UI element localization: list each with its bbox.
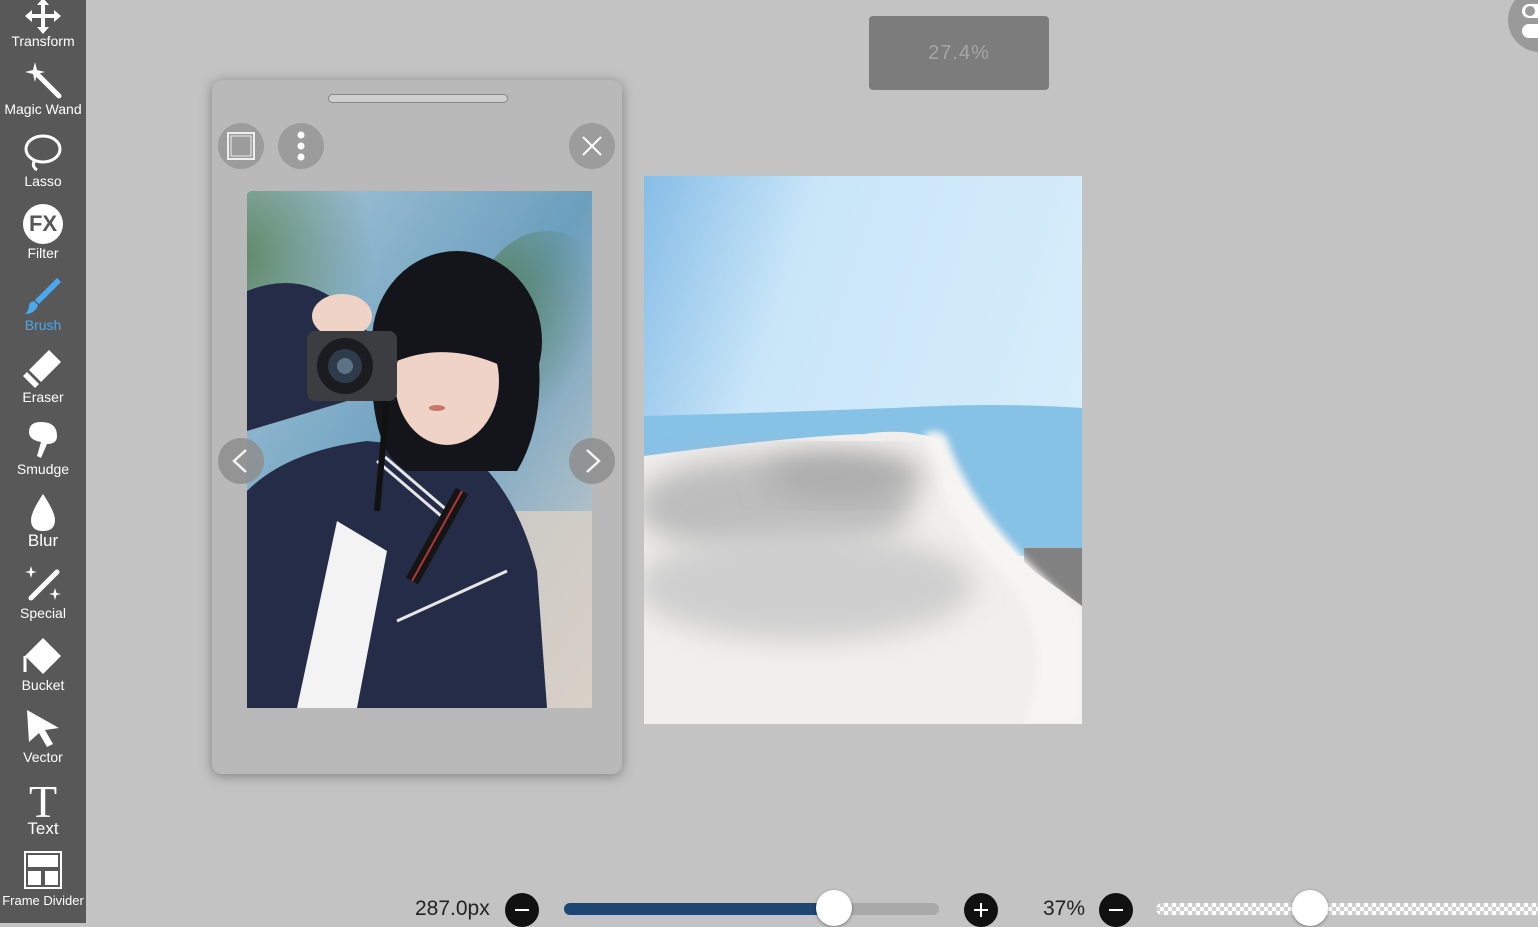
cursor-icon (27, 710, 59, 747)
reference-drag-handle[interactable] (328, 94, 508, 103)
tool-text[interactable]: T Text (0, 776, 86, 848)
lasso-icon (24, 134, 62, 172)
tool-lasso[interactable]: Lasso (0, 128, 86, 200)
tool-transform[interactable]: Transform (0, 0, 86, 64)
prev-icon (232, 449, 247, 473)
brush-size-increase-button[interactable] (964, 893, 998, 927)
tool-label: Frame Divider (2, 893, 84, 908)
eraser-icon (23, 350, 61, 388)
reference-prev-button[interactable] (218, 438, 264, 484)
reference-next-button[interactable] (569, 438, 615, 484)
special-icon (25, 566, 61, 601)
brush-size-slider[interactable] (564, 903, 939, 915)
tool-filter[interactable]: FX Filter (0, 200, 86, 272)
minus-icon (1109, 909, 1123, 911)
tool-label: Filter (27, 245, 59, 261)
reference-photo-art (247, 191, 592, 708)
zoom-level-badge: 27.4% (869, 16, 1049, 90)
more-icon (297, 131, 305, 161)
opacity-slider[interactable] (1156, 903, 1538, 915)
drawing-canvas[interactable] (644, 176, 1082, 724)
opacity-decrease-button[interactable] (1099, 893, 1133, 927)
tool-label: Smudge (16, 461, 70, 477)
tool-label: Brush (24, 317, 62, 333)
brush-size-decrease-button[interactable] (505, 893, 539, 927)
close-icon (582, 136, 602, 156)
plus-icon-v (980, 903, 982, 917)
toggle-icon (1522, 4, 1538, 38)
tool-label: Vector (23, 749, 63, 765)
tool-label: Blur (27, 531, 59, 550)
brush-size-slider-knob[interactable] (816, 890, 852, 926)
reference-close-button[interactable] (569, 123, 615, 169)
tool-label: Bucket (21, 677, 65, 693)
frame-divider-icon (24, 851, 62, 889)
tool-smudge[interactable]: Smudge (0, 416, 86, 488)
tool-magic-wand[interactable]: Magic Wand (0, 56, 86, 128)
tool-label: Magic Wand (4, 101, 82, 117)
next-icon (586, 449, 601, 473)
canvas-artwork (644, 176, 1082, 724)
tool-blur[interactable]: Blur (0, 488, 86, 560)
reference-frame-button[interactable] (218, 123, 264, 169)
tool-sidebar: Transform Magic Wand Lasso FX Filter Bru… (0, 0, 86, 923)
tool-frame-divider[interactable]: Frame Divider (0, 848, 86, 920)
drop-icon (31, 494, 55, 531)
fx-icon: FX (23, 204, 63, 244)
reference-window (212, 80, 622, 774)
layers-toggle-button[interactable] (1508, 0, 1538, 52)
minus-icon (515, 909, 529, 911)
tool-special[interactable]: Special (0, 560, 86, 632)
brush-size-value: 287.0px (415, 897, 490, 920)
tool-label: Lasso (24, 173, 62, 189)
tool-label: Special (20, 605, 66, 621)
tool-label: Text (27, 819, 59, 838)
frame-icon (227, 132, 255, 160)
tool-bucket[interactable]: Bucket (0, 632, 86, 704)
brush-size-slider-fill (564, 903, 834, 915)
tool-label: Transform (11, 33, 75, 49)
transform-icon (25, 0, 61, 34)
tool-vector[interactable]: Vector (0, 704, 86, 776)
tool-label: Eraser (22, 389, 64, 405)
bucket-icon (23, 638, 61, 674)
opacity-slider-knob[interactable] (1292, 890, 1329, 926)
text-icon: T (28, 776, 58, 827)
tool-eraser[interactable]: Eraser (0, 344, 86, 416)
tool-brush[interactable]: Brush (0, 272, 86, 344)
smudge-icon (29, 422, 57, 458)
opacity-value: 37% (1043, 897, 1086, 920)
reference-photo (247, 191, 592, 708)
reference-more-button[interactable] (278, 123, 324, 169)
brush-icon (25, 278, 61, 314)
magic-wand-icon (25, 62, 62, 99)
